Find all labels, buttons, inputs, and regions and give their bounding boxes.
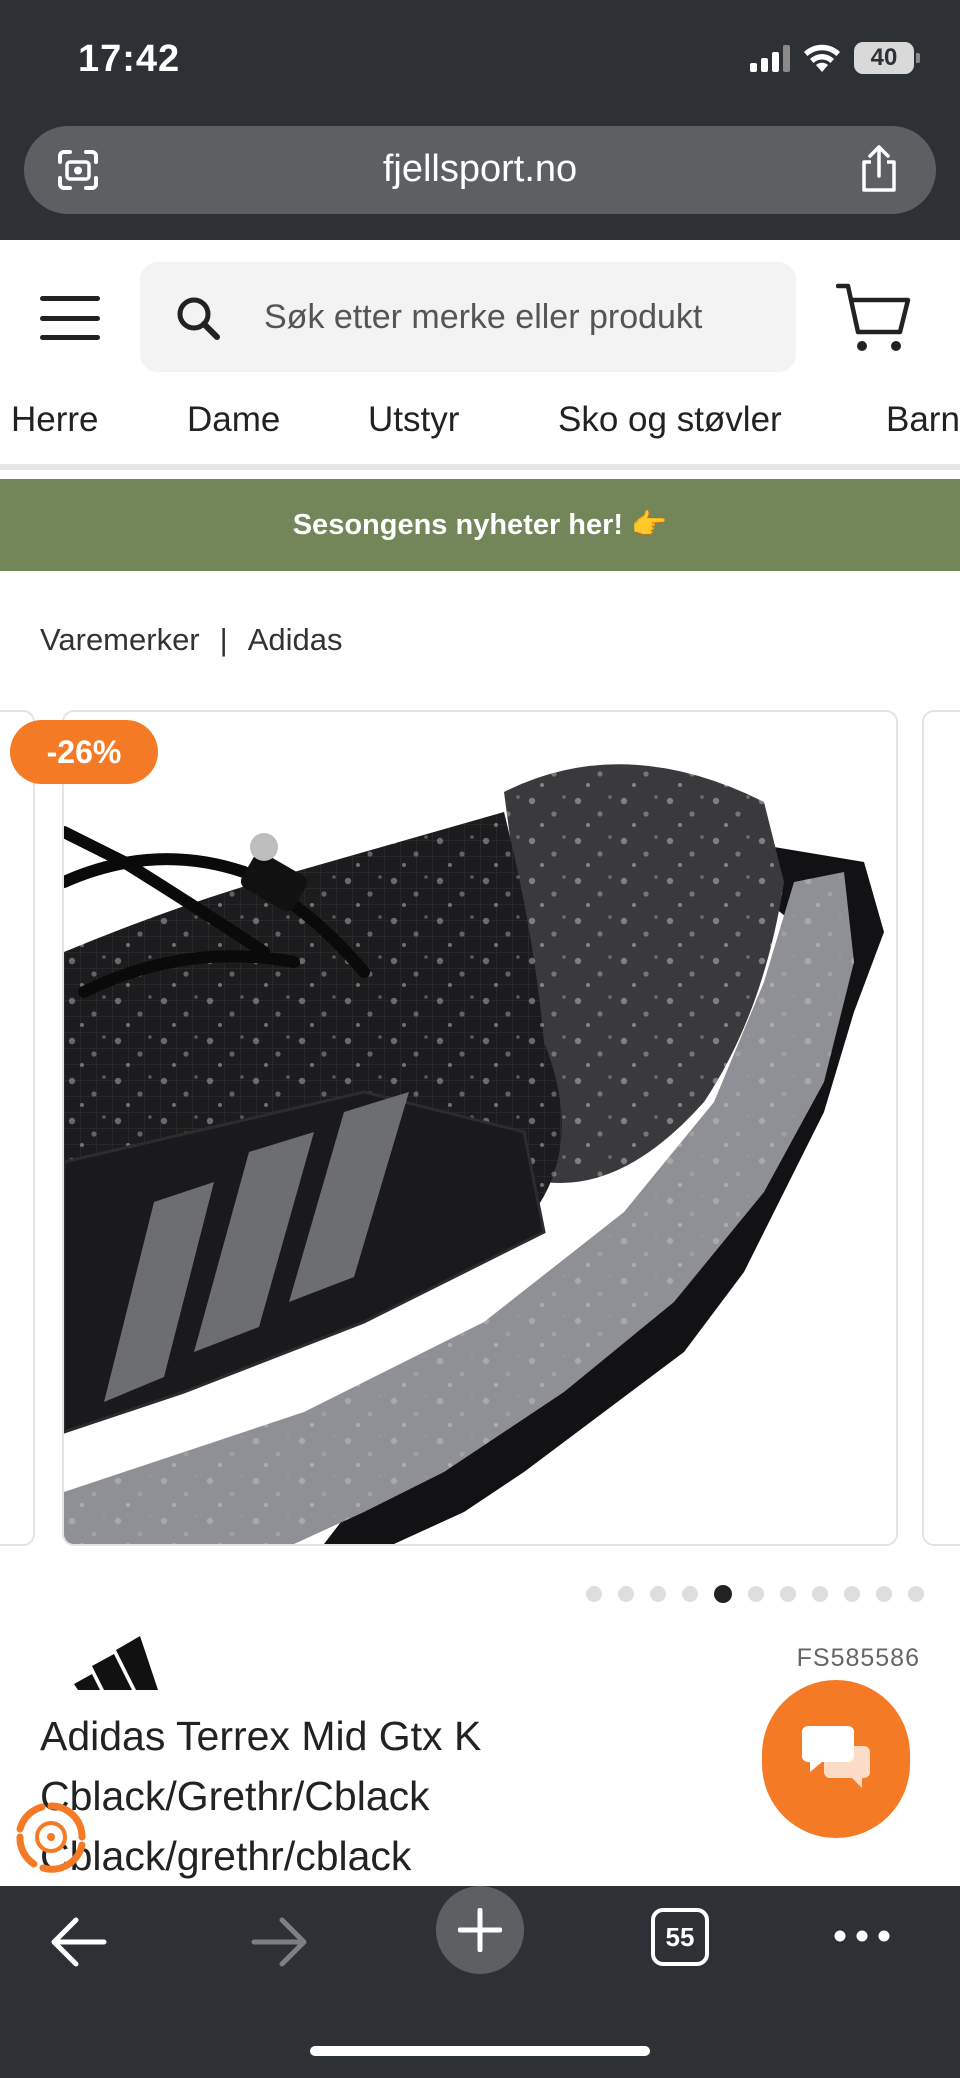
nav-item-herre[interactable]: Herre bbox=[11, 400, 99, 440]
url-text[interactable]: fjellsport.no bbox=[24, 148, 936, 191]
pagination-dot[interactable] bbox=[876, 1586, 892, 1602]
chat-button[interactable] bbox=[762, 1680, 910, 1838]
back-arrow-icon[interactable] bbox=[48, 1914, 110, 1970]
nav-item-barn[interactable]: Barn bbox=[886, 400, 960, 440]
cart-icon[interactable] bbox=[836, 280, 912, 356]
cellular-signal-icon bbox=[750, 44, 790, 72]
product-title-line: Cblack/grethr/cblack bbox=[40, 1833, 412, 1879]
breadcrumb-adidas[interactable]: Adidas bbox=[248, 622, 343, 658]
search-input[interactable] bbox=[264, 292, 774, 342]
breadcrumb-separator: | bbox=[219, 622, 228, 657]
tabs-count-button[interactable]: 55 bbox=[651, 1908, 709, 1966]
loyalty-icon[interactable] bbox=[14, 1800, 88, 1874]
product-image-card[interactable] bbox=[62, 710, 898, 1546]
breadcrumb-varemerker[interactable]: Varemerker bbox=[40, 622, 200, 658]
product-title-line: Cblack/Grethr/Cblack bbox=[40, 1773, 430, 1819]
status-time: 17:42 bbox=[78, 38, 181, 80]
wifi-icon bbox=[804, 44, 840, 72]
site-header bbox=[0, 240, 960, 400]
home-indicator bbox=[310, 2046, 650, 2056]
previous-image-card[interactable] bbox=[0, 710, 35, 1546]
product-title-line: Adidas Terrex Mid Gtx K bbox=[40, 1713, 482, 1759]
search-box[interactable] bbox=[140, 262, 796, 372]
nav-item-dame[interactable]: Dame bbox=[187, 400, 280, 440]
share-icon[interactable] bbox=[856, 144, 902, 194]
gallery-pagination[interactable] bbox=[586, 1585, 924, 1603]
category-nav: Herre Dame Utstyr Sko og støvler Barn bbox=[0, 392, 960, 470]
status-icons: 40 bbox=[750, 42, 920, 74]
hamburger-menu-icon[interactable] bbox=[40, 296, 100, 340]
pagination-dot[interactable] bbox=[812, 1586, 828, 1602]
pagination-dot[interactable] bbox=[714, 1585, 732, 1603]
chat-icon bbox=[802, 1726, 870, 1788]
nav-item-utstyr[interactable]: Utstyr bbox=[368, 400, 459, 440]
adidas-logo bbox=[74, 1636, 158, 1690]
nav-item-sko-og-stovler[interactable]: Sko og støvler bbox=[558, 400, 782, 440]
discount-badge: -26% bbox=[10, 720, 158, 784]
next-image-card[interactable] bbox=[922, 710, 960, 1546]
more-dots-icon[interactable] bbox=[832, 1926, 892, 1946]
browser-bottom-toolbar: 55 bbox=[0, 1886, 960, 2078]
promo-banner[interactable]: Sesongens nyheter her! 👉 bbox=[0, 479, 960, 571]
product-title: Adidas Terrex Mid Gtx K Cblack/Grethr/Cb… bbox=[40, 1706, 760, 1886]
search-icon[interactable] bbox=[174, 294, 222, 342]
browser-top-chrome: 17:42 40 fjellsport.no bbox=[0, 0, 960, 240]
pagination-dot[interactable] bbox=[908, 1586, 924, 1602]
plus-icon bbox=[458, 1908, 502, 1952]
product-sku: FS585586 bbox=[796, 1644, 920, 1672]
pagination-dot[interactable] bbox=[618, 1586, 634, 1602]
battery-indicator: 40 bbox=[854, 42, 920, 74]
pagination-dot[interactable] bbox=[748, 1586, 764, 1602]
pagination-dot[interactable] bbox=[780, 1586, 796, 1602]
pagination-dot[interactable] bbox=[586, 1586, 602, 1602]
pagination-dot[interactable] bbox=[844, 1586, 860, 1602]
breadcrumb: Varemerker | Adidas bbox=[40, 622, 343, 658]
product-image bbox=[64, 712, 896, 1544]
product-gallery[interactable]: -26% bbox=[0, 708, 960, 1548]
pagination-dot[interactable] bbox=[650, 1586, 666, 1602]
forward-arrow-icon[interactable] bbox=[248, 1914, 310, 1970]
pagination-dot[interactable] bbox=[682, 1586, 698, 1602]
new-tab-button[interactable] bbox=[436, 1886, 524, 1974]
url-bar[interactable]: fjellsport.no bbox=[24, 126, 936, 214]
